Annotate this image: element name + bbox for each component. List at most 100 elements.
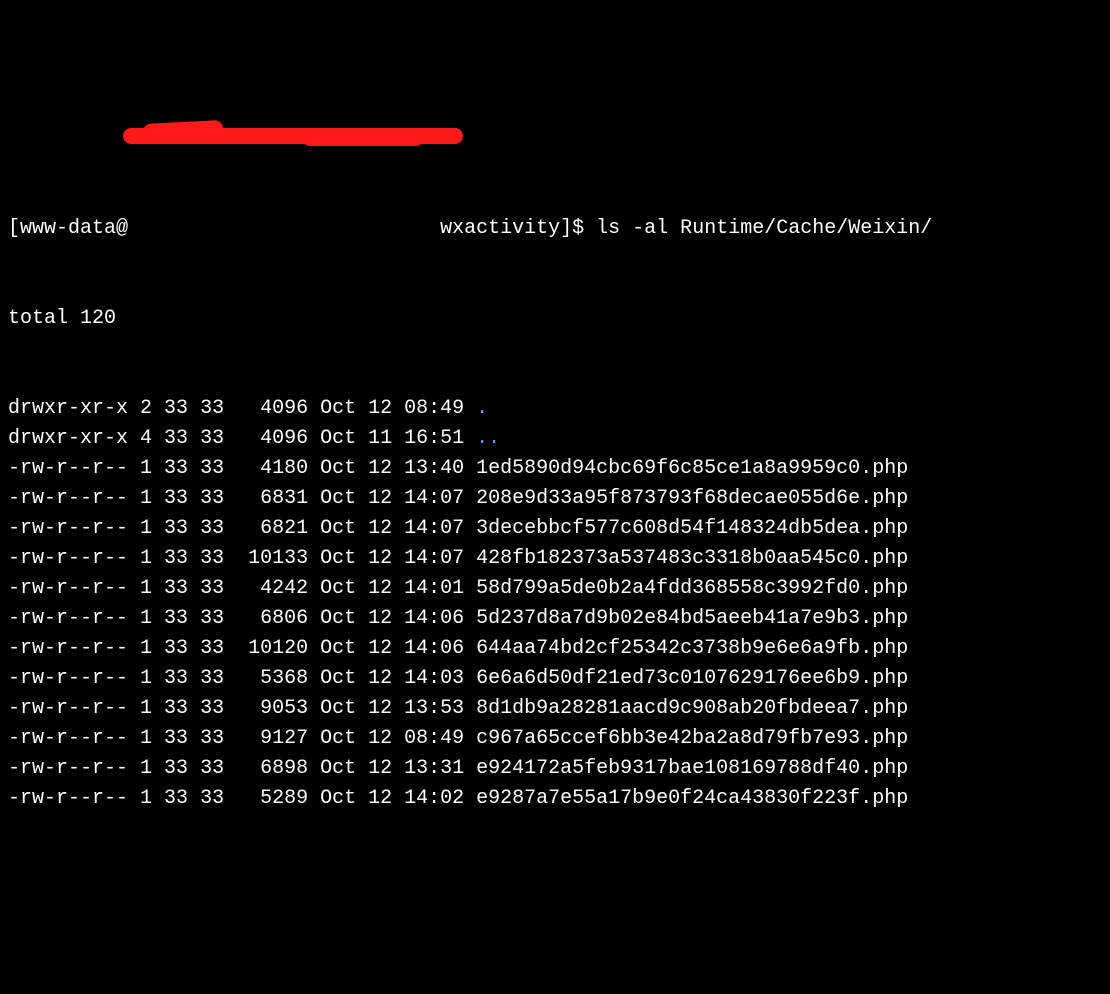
file-size: 4180 (224, 457, 308, 480)
file-row: -rw-r--r-- 1 33 33 10120 Oct 12 14:06 64… (8, 634, 1102, 664)
file-gid: 33 (188, 667, 224, 690)
file-row: -rw-r--r-- 1 33 33 10133 Oct 12 14:07 42… (8, 544, 1102, 574)
file-perms: drwxr-xr-x (8, 427, 128, 450)
file-date: Oct 12 14:07 (308, 517, 476, 540)
file-date: Oct 12 08:49 (308, 397, 476, 420)
file-listing: drwxr-xr-x 2 33 33 4096 Oct 12 08:49 .dr… (8, 394, 1102, 814)
file-name: 58d799a5de0b2a4fdd368558c3992fd0.php (476, 577, 908, 600)
file-uid: 33 (152, 637, 188, 660)
file-date: Oct 12 13:40 (308, 457, 476, 480)
file-size: 5289 (224, 787, 308, 810)
file-gid: 33 (188, 637, 224, 660)
file-date: Oct 12 14:06 (308, 637, 476, 660)
file-size: 6898 (224, 757, 308, 780)
file-links: 1 (128, 727, 152, 750)
file-links: 1 (128, 757, 152, 780)
file-uid: 33 (152, 427, 188, 450)
file-perms: -rw-r--r-- (8, 697, 128, 720)
file-gid: 33 (188, 397, 224, 420)
file-gid: 33 (188, 457, 224, 480)
file-size: 6831 (224, 487, 308, 510)
file-uid: 33 (152, 457, 188, 480)
file-name: 644aa74bd2cf25342c3738b9e6e6a9fb.php (476, 637, 908, 660)
file-perms: -rw-r--r-- (8, 517, 128, 540)
file-uid: 33 (152, 787, 188, 810)
file-row: -rw-r--r-- 1 33 33 6831 Oct 12 14:07 208… (8, 484, 1102, 514)
file-uid: 33 (152, 607, 188, 630)
file-uid: 33 (152, 517, 188, 540)
file-links: 1 (128, 577, 152, 600)
file-date: Oct 12 13:53 (308, 697, 476, 720)
file-gid: 33 (188, 757, 224, 780)
file-date: Oct 12 14:06 (308, 607, 476, 630)
file-gid: 33 (188, 607, 224, 630)
file-name: c967a65ccef6bb3e42ba2a8d79fb7e93.php (476, 727, 908, 750)
file-row: -rw-r--r-- 1 33 33 5289 Oct 12 14:02 e92… (8, 784, 1102, 814)
file-name: 1ed5890d94cbc69f6c85ce1a8a9959c0.php (476, 457, 908, 480)
file-row: -rw-r--r-- 1 33 33 6806 Oct 12 14:06 5d2… (8, 604, 1102, 634)
file-gid: 33 (188, 547, 224, 570)
file-perms: -rw-r--r-- (8, 787, 128, 810)
total-value: 120 (80, 307, 116, 330)
file-gid: 33 (188, 517, 224, 540)
file-uid: 33 (152, 727, 188, 750)
file-uid: 33 (152, 547, 188, 570)
file-gid: 33 (188, 787, 224, 810)
file-perms: drwxr-xr-x (8, 397, 128, 420)
file-links: 1 (128, 607, 152, 630)
prompt-host-suffix: wxactivity (440, 217, 560, 240)
file-date: Oct 12 08:49 (308, 727, 476, 750)
total-label: total (8, 307, 68, 330)
file-row: -rw-r--r-- 1 33 33 9127 Oct 12 08:49 c96… (8, 724, 1102, 754)
file-name: 208e9d33a95f873793f68decae055d6e.php (476, 487, 908, 510)
file-row: drwxr-xr-x 4 33 33 4096 Oct 11 16:51 .. (8, 424, 1102, 454)
file-links: 1 (128, 787, 152, 810)
file-perms: -rw-r--r-- (8, 757, 128, 780)
file-links: 1 (128, 517, 152, 540)
file-date: Oct 12 14:03 (308, 667, 476, 690)
file-gid: 33 (188, 577, 224, 600)
file-date: Oct 12 14:07 (308, 547, 476, 570)
file-links: 1 (128, 697, 152, 720)
file-size: 5368 (224, 667, 308, 690)
file-uid: 33 (152, 577, 188, 600)
file-links: 1 (128, 457, 152, 480)
terminal-output[interactable]: [www-data@ wxactivity]$ ls -al Runtime/C… (8, 124, 1102, 844)
file-row: drwxr-xr-x 2 33 33 4096 Oct 12 08:49 . (8, 394, 1102, 424)
file-perms: -rw-r--r-- (8, 457, 128, 480)
prompt-user: www-data (20, 217, 116, 240)
file-size: 4096 (224, 427, 308, 450)
file-name: 8d1db9a28281aacd9c908ab20fbdeea7.php (476, 697, 908, 720)
file-links: 2 (128, 397, 152, 420)
file-name: 428fb182373a537483c3318b0aa545c0.php (476, 547, 908, 570)
file-row: -rw-r--r-- 1 33 33 9053 Oct 12 13:53 8d1… (8, 694, 1102, 724)
redaction-overlay (123, 126, 453, 148)
total-line: total 120 (8, 304, 1102, 334)
file-perms: -rw-r--r-- (8, 577, 128, 600)
file-row: -rw-r--r-- 1 33 33 5368 Oct 12 14:03 6e6… (8, 664, 1102, 694)
file-uid: 33 (152, 397, 188, 420)
redaction-mark (303, 132, 423, 146)
file-links: 1 (128, 487, 152, 510)
file-row: -rw-r--r-- 1 33 33 4180 Oct 12 13:40 1ed… (8, 454, 1102, 484)
file-size: 4242 (224, 577, 308, 600)
file-perms: -rw-r--r-- (8, 607, 128, 630)
file-uid: 33 (152, 757, 188, 780)
file-links: 1 (128, 667, 152, 690)
file-size: 4096 (224, 397, 308, 420)
file-name: .. (476, 427, 500, 450)
file-size: 9053 (224, 697, 308, 720)
file-size: 6806 (224, 607, 308, 630)
file-gid: 33 (188, 727, 224, 750)
file-row: -rw-r--r-- 1 33 33 6898 Oct 12 13:31 e92… (8, 754, 1102, 784)
prompt-line: [www-data@ wxactivity]$ ls -al Runtime/C… (8, 214, 1102, 244)
file-name: 5d237d8a7d9b02e84bd5aeeb41a7e9b3.php (476, 607, 908, 630)
file-perms: -rw-r--r-- (8, 727, 128, 750)
file-date: Oct 12 13:31 (308, 757, 476, 780)
file-date: Oct 12 14:02 (308, 787, 476, 810)
file-gid: 33 (188, 487, 224, 510)
file-links: 4 (128, 427, 152, 450)
prompt-host-hidden (128, 217, 440, 240)
file-uid: 33 (152, 697, 188, 720)
file-gid: 33 (188, 427, 224, 450)
